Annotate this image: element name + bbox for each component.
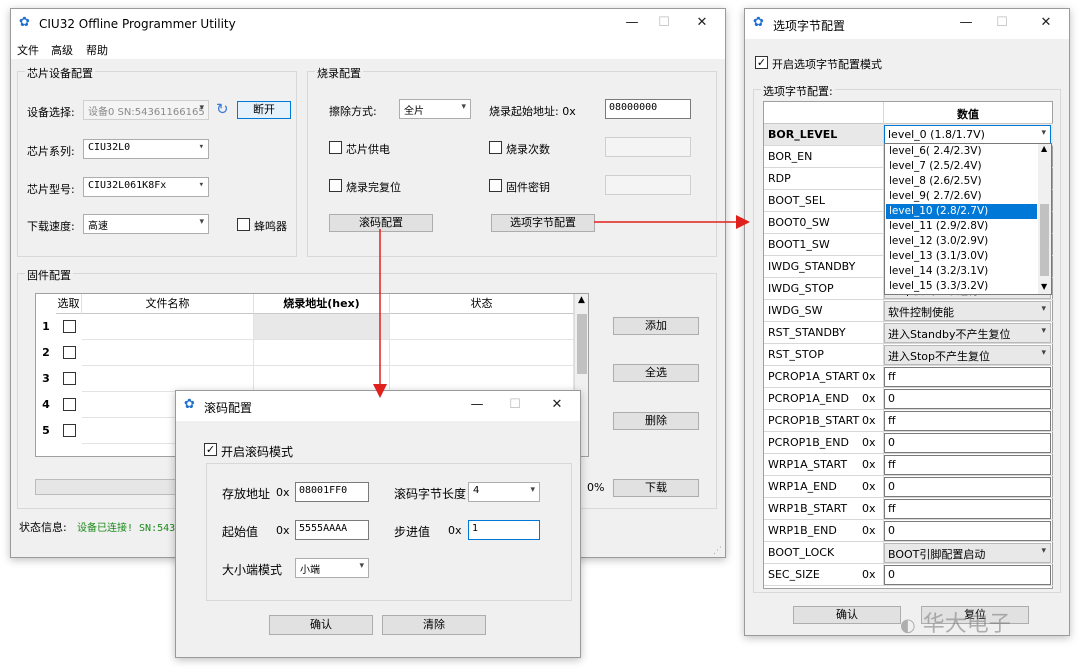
annotation-arrows [373,215,750,398]
arrowhead-to-option [736,215,750,229]
watermark: ◐ 华大电子 [900,606,1011,638]
wechat-icon: ◐ [900,615,916,636]
watermark-text: 华大电子 [922,612,1011,637]
arrowhead-to-rolling [373,384,387,398]
